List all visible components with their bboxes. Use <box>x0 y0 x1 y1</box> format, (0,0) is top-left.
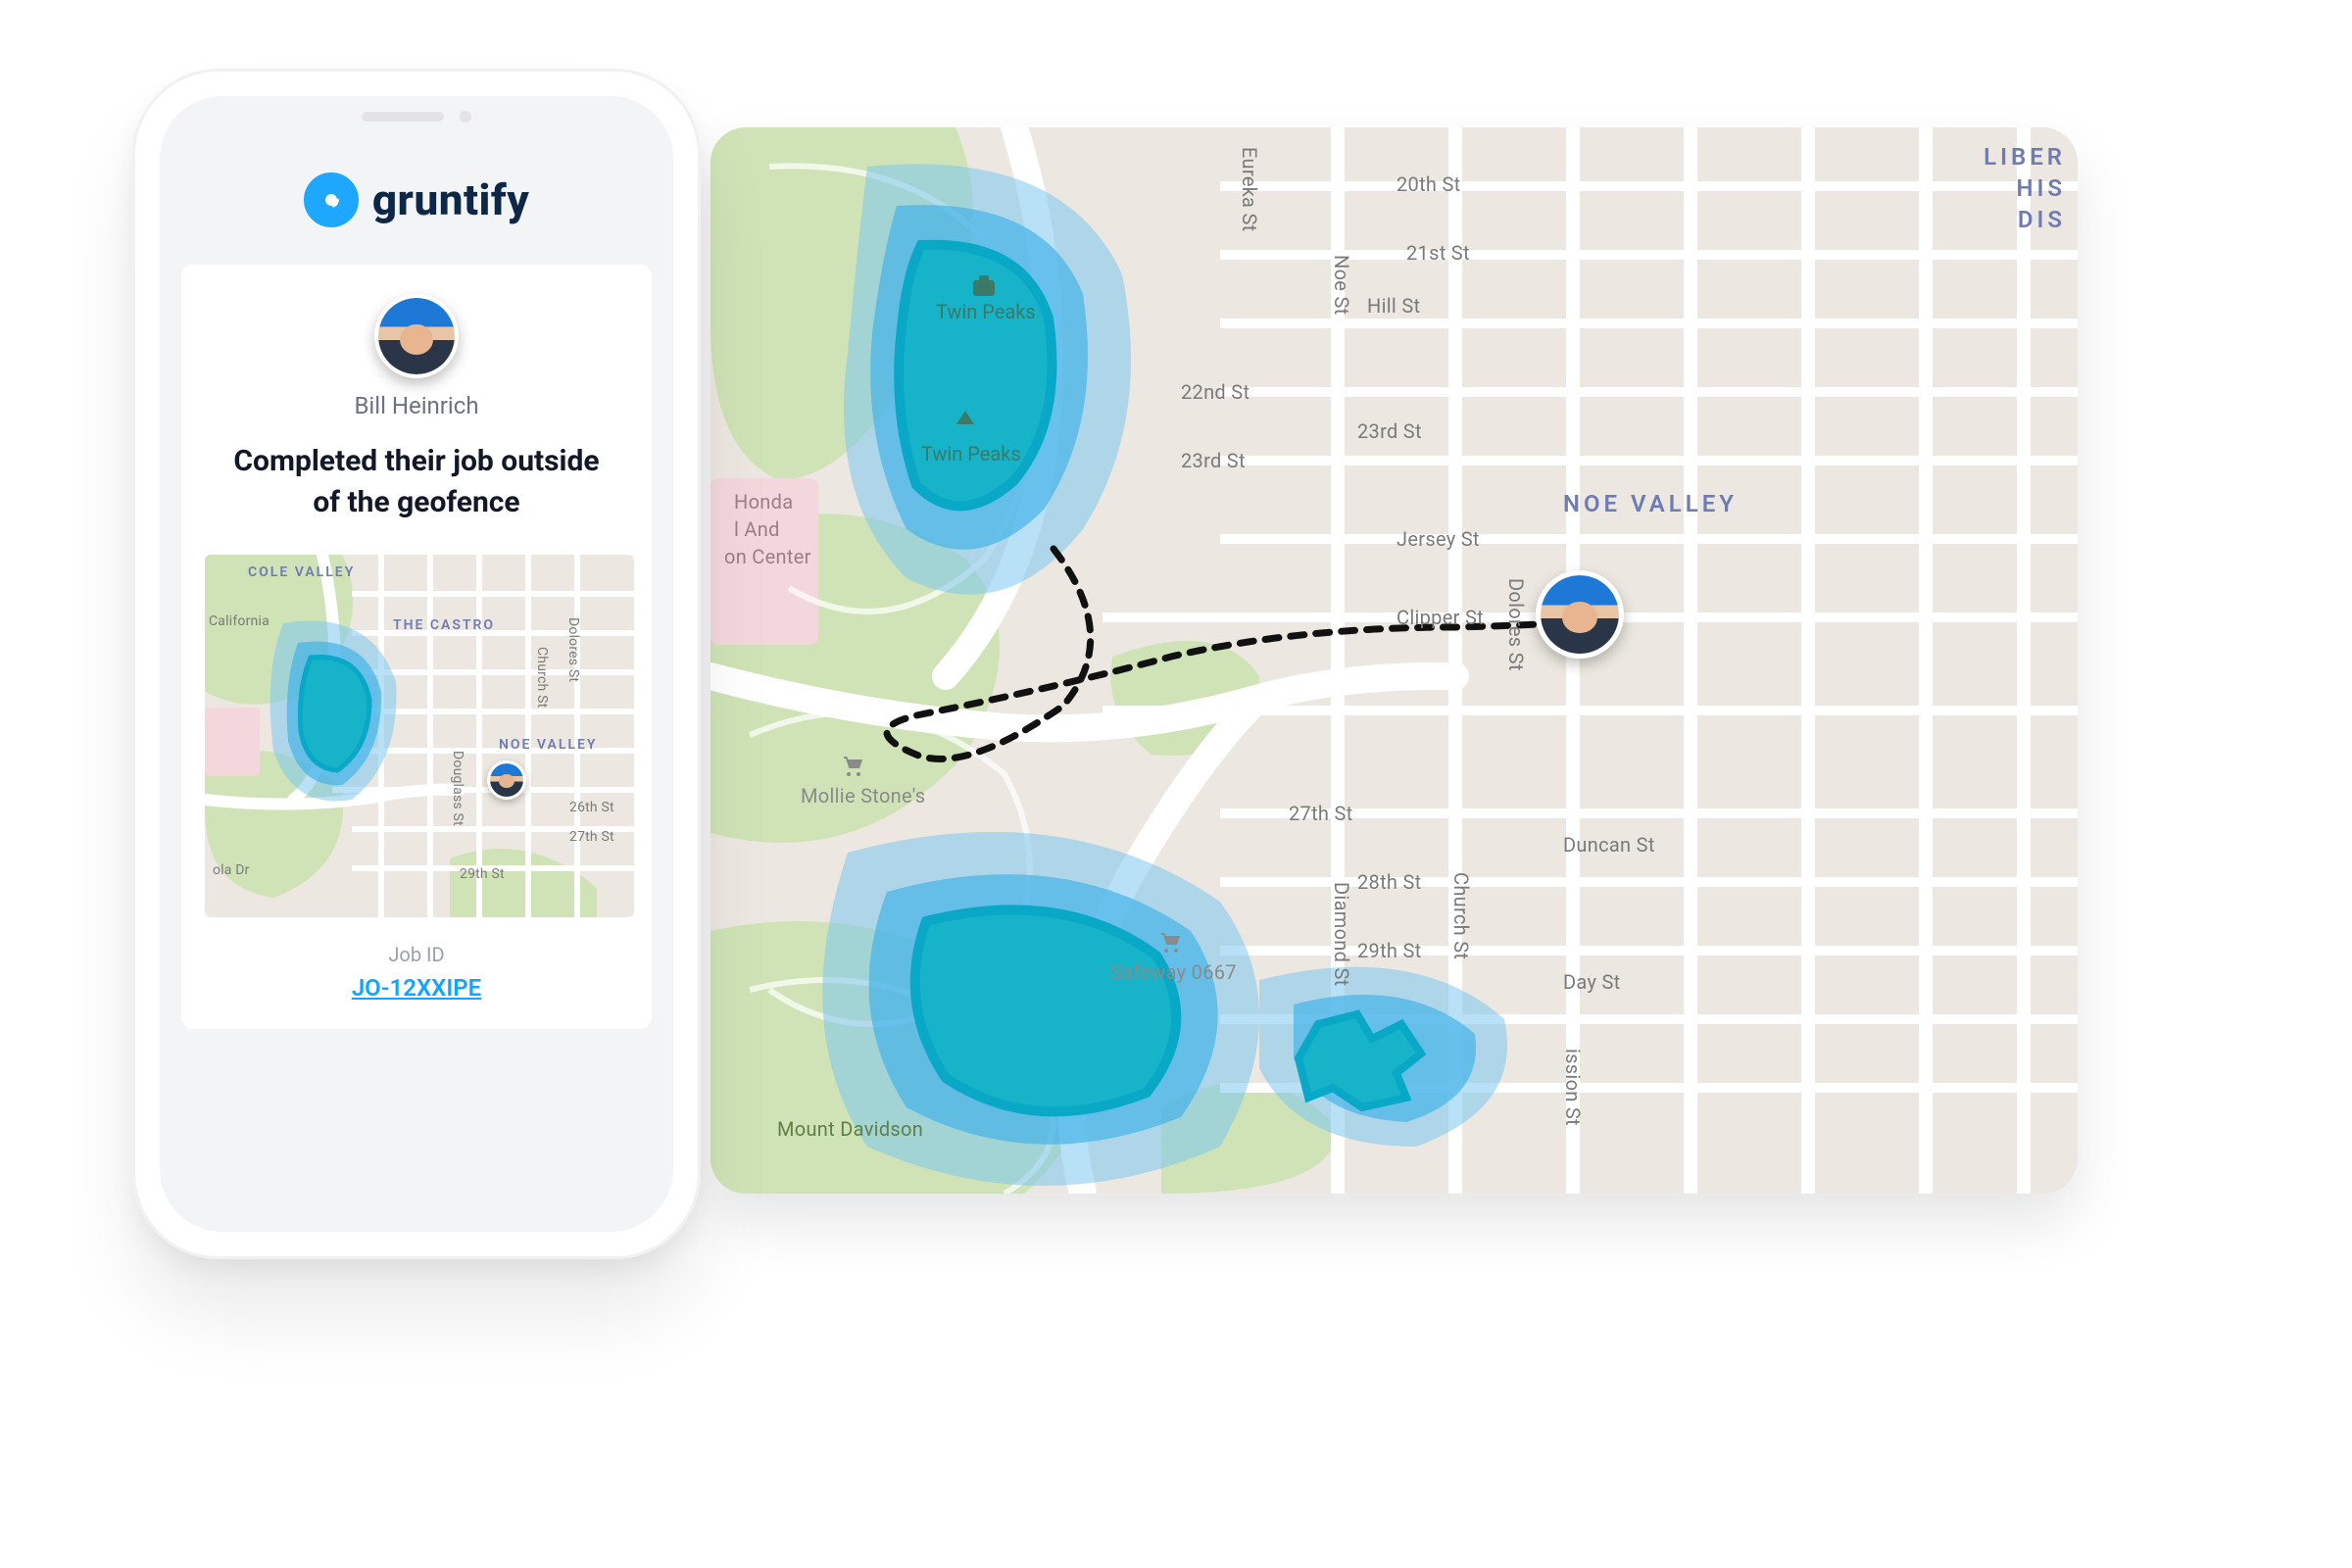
phone-mockup: gruntify Bill Heinrich Completed their j… <box>132 69 701 1259</box>
user-location-marker[interactable] <box>487 760 526 800</box>
street-label: Day St <box>1563 970 1621 994</box>
alert-message: Completed their job outside of the geofe… <box>205 441 628 523</box>
user-avatar <box>374 294 459 378</box>
poi-label: on Center <box>724 545 811 568</box>
neighborhood-label: HIS <box>2016 174 2066 202</box>
job-id-link[interactable]: JO-12XXIPE <box>352 974 481 1002</box>
geofence-map-thumbnail[interactable]: COLE VALLEY THE CASTRO NOE VALLEY Califo… <box>205 555 634 917</box>
street-label: 29th St <box>1357 939 1422 962</box>
poi-label: Honda <box>734 490 793 514</box>
job-id-label: Job ID <box>205 943 628 966</box>
street-label: Church St <box>1449 872 1473 959</box>
geofence-alert-card: Bill Heinrich Completed their job outsid… <box>181 265 652 1029</box>
street-label: 27th St <box>1289 802 1353 825</box>
geofence-map-large[interactable]: Twin Peaks Twin Peaks NOE VALLEY LIBER H… <box>710 127 2078 1194</box>
street-label: Duncan St <box>1563 833 1655 857</box>
street-label: 21st St <box>1406 241 1470 265</box>
brand-logo-icon <box>304 172 359 227</box>
neighborhood-label: NOE VALLEY <box>499 737 598 753</box>
poi-label: l And <box>734 517 780 541</box>
street-label: Hill St <box>1367 294 1420 318</box>
street-label: Clipper St <box>1396 606 1484 629</box>
poi-label: Mollie Stone's <box>801 784 925 808</box>
street-label: ission St <box>1561 1049 1585 1126</box>
poi-label: Safeway 0667 <box>1110 960 1237 984</box>
neighborhood-label: THE CASTRO <box>393 617 495 633</box>
street-label: 29th St <box>460 866 505 882</box>
street-label: Douglass St <box>450 751 466 826</box>
street-label: 23rd St <box>1181 449 1246 472</box>
street-label: Dolores St <box>1504 578 1528 671</box>
street-label: 20th St <box>1396 172 1461 196</box>
street-label: 23rd St <box>1357 419 1422 443</box>
map-canvas-thumbnail <box>205 555 634 917</box>
shopping-cart-icon <box>1159 931 1183 955</box>
svg-text:Twin Peaks: Twin Peaks <box>936 300 1036 323</box>
street-label: Noe St <box>1330 255 1353 315</box>
street-label: 22nd St <box>1181 380 1250 404</box>
phone-screen: gruntify Bill Heinrich Completed their j… <box>160 96 673 1232</box>
street-label: California <box>209 613 270 629</box>
street-label: ola Dr <box>213 862 250 878</box>
street-label: Diamond St <box>1330 882 1353 987</box>
street-label: 26th St <box>569 800 614 815</box>
neighborhood-label: LIBER <box>1984 143 2066 171</box>
street-label: 27th St <box>569 829 614 845</box>
neighborhood-label: COLE VALLEY <box>248 564 355 580</box>
phone-notch <box>343 110 490 123</box>
brand-name: gruntify <box>372 174 529 225</box>
neighborhood-label: NOE VALLEY <box>1563 490 1738 517</box>
poi-label: Mount Davidson <box>777 1117 923 1141</box>
shopping-cart-icon <box>842 755 865 778</box>
street-label: 28th St <box>1357 870 1422 894</box>
street-label: Church St <box>534 647 550 708</box>
user-name: Bill Heinrich <box>205 392 628 419</box>
user-location-marker[interactable] <box>1536 570 1624 659</box>
street-label: Eureka St <box>1238 147 1261 232</box>
neighborhood-label: DIS <box>2018 206 2066 233</box>
street-label: Dolores St <box>565 617 581 682</box>
avatar <box>1541 575 1619 654</box>
svg-text:Twin Peaks: Twin Peaks <box>921 442 1021 466</box>
map-canvas-large: Twin Peaks Twin Peaks <box>710 127 2078 1194</box>
street-label: Jersey St <box>1396 527 1480 551</box>
